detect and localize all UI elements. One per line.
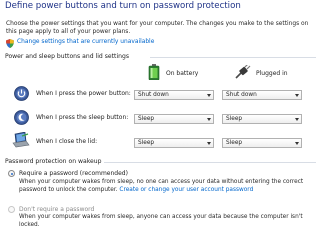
chevron-down-icon (295, 94, 299, 97)
column-plugged-in: Plugged in (256, 70, 288, 77)
require-password-description: When your computer wakes from sleep, no … (19, 179, 315, 194)
power-button-icon (14, 86, 29, 101)
row-label-close-lid: When I close the lid: (36, 138, 98, 145)
battery-icon (148, 64, 160, 80)
select-value: Sleep (138, 116, 155, 122)
plug-icon (235, 65, 251, 79)
dont-require-password-description: When your computer wakes from sleep, any… (19, 214, 303, 228)
password-section-heading: Password protection on wakeup (5, 158, 102, 165)
chevron-down-icon (207, 118, 211, 121)
close-lid-battery-select[interactable]: Sleep (134, 138, 214, 148)
dont-require-password-radio[interactable] (8, 206, 15, 213)
radio-selected-dot (10, 172, 13, 175)
select-value: Sleep (226, 116, 243, 122)
sleep-button-plugged-select[interactable]: Sleep (222, 114, 302, 124)
dont-require-password-label[interactable]: Don't require a password (19, 206, 94, 213)
section-divider (104, 162, 316, 163)
sleep-button-icon (14, 110, 29, 125)
row-label-sleep-button: When I press the sleep button: (36, 114, 129, 121)
power-section-heading: Power and sleep buttons and lid settings (5, 53, 130, 60)
select-value: Shut down (138, 92, 169, 98)
select-value: Sleep (226, 140, 243, 146)
require-password-label[interactable]: Require a password (recommended) (19, 170, 128, 177)
close-lid-plugged-select[interactable]: Sleep (222, 138, 302, 148)
power-button-battery-select[interactable]: Shut down (134, 90, 214, 100)
change-settings-link[interactable]: Change settings that are currently unava… (17, 39, 154, 45)
chevron-down-icon (207, 142, 211, 145)
shield-icon (6, 39, 14, 48)
chevron-down-icon (295, 142, 299, 145)
require-password-radio[interactable] (8, 170, 15, 177)
sleep-button-battery-select[interactable]: Sleep (134, 114, 214, 124)
select-value: Sleep (138, 140, 155, 146)
create-password-link[interactable]: Create or change your user account passw… (119, 187, 253, 193)
laptop-lid-icon (12, 132, 30, 148)
row-label-power-button: When I press the power button: (36, 90, 131, 97)
power-button-plugged-select[interactable]: Shut down (222, 90, 302, 100)
page-description: Choose the power settings that you want … (6, 21, 309, 36)
section-divider (150, 57, 316, 58)
page-title: Define power buttons and turn on passwor… (5, 1, 241, 11)
chevron-down-icon (295, 118, 299, 121)
chevron-down-icon (207, 94, 211, 97)
column-on-battery: On battery (166, 70, 199, 77)
select-value: Shut down (226, 92, 257, 98)
